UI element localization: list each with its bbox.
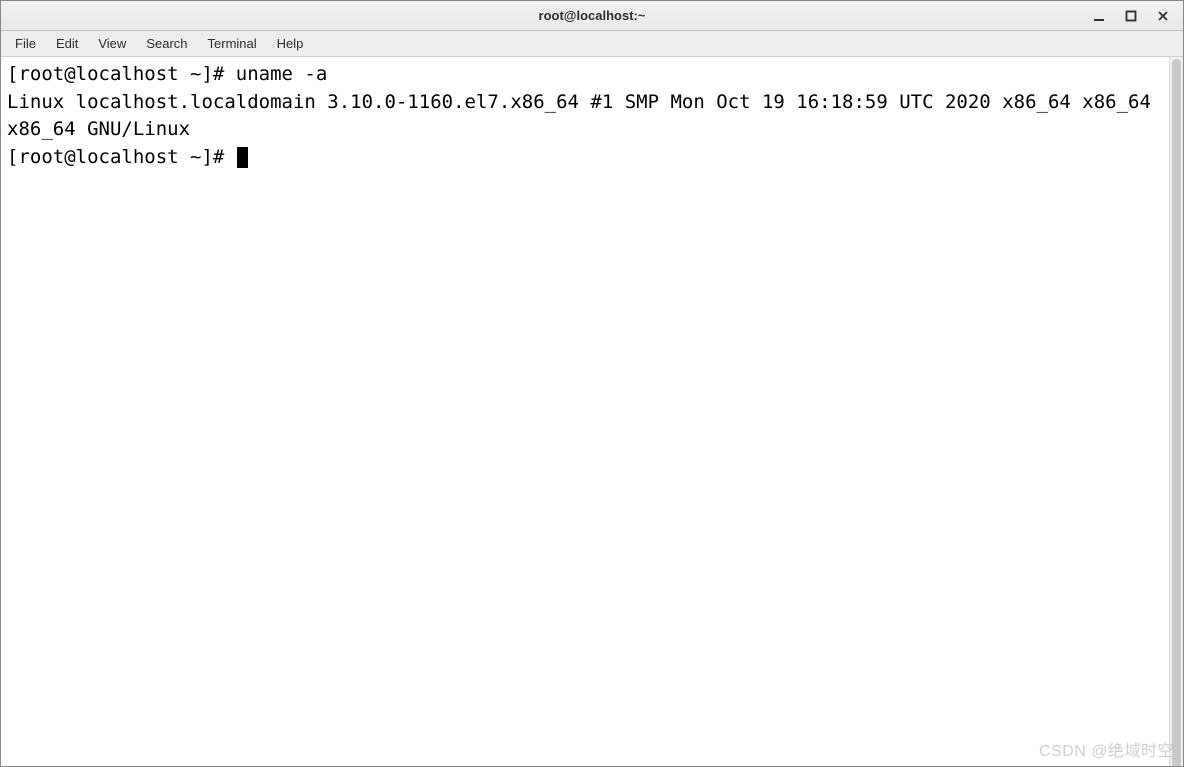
menu-terminal[interactable]: Terminal	[198, 33, 267, 54]
titlebar[interactable]: root@localhost:~	[1, 1, 1183, 31]
terminal-command: uname -a	[236, 63, 328, 85]
terminal-prompt: [root@localhost ~]#	[7, 146, 236, 168]
terminal-cursor	[237, 147, 248, 168]
terminal-output-line: Linux localhost.localdomain 3.10.0-1160.…	[7, 91, 1162, 141]
menu-file[interactable]: File	[5, 33, 46, 54]
window-controls	[1083, 1, 1179, 30]
terminal-prompt: [root@localhost ~]#	[7, 63, 236, 85]
terminal-window: root@localhost:~ File Edit View	[0, 0, 1184, 767]
terminal-output[interactable]: [root@localhost ~]# uname -a Linux local…	[1, 57, 1169, 766]
window-title: root@localhost:~	[539, 8, 646, 23]
menu-help[interactable]: Help	[267, 33, 314, 54]
terminal-area: [root@localhost ~]# uname -a Linux local…	[1, 57, 1183, 766]
menu-edit[interactable]: Edit	[46, 33, 88, 54]
scrollbar[interactable]	[1169, 57, 1183, 766]
scrollbar-thumb[interactable]	[1172, 59, 1181, 766]
close-icon	[1157, 10, 1169, 22]
menu-search[interactable]: Search	[136, 33, 197, 54]
maximize-icon	[1125, 10, 1137, 22]
maximize-button[interactable]	[1115, 5, 1147, 27]
minimize-button[interactable]	[1083, 5, 1115, 27]
menubar: File Edit View Search Terminal Help	[1, 31, 1183, 57]
close-button[interactable]	[1147, 5, 1179, 27]
menu-view[interactable]: View	[88, 33, 136, 54]
minimize-icon	[1093, 10, 1105, 22]
